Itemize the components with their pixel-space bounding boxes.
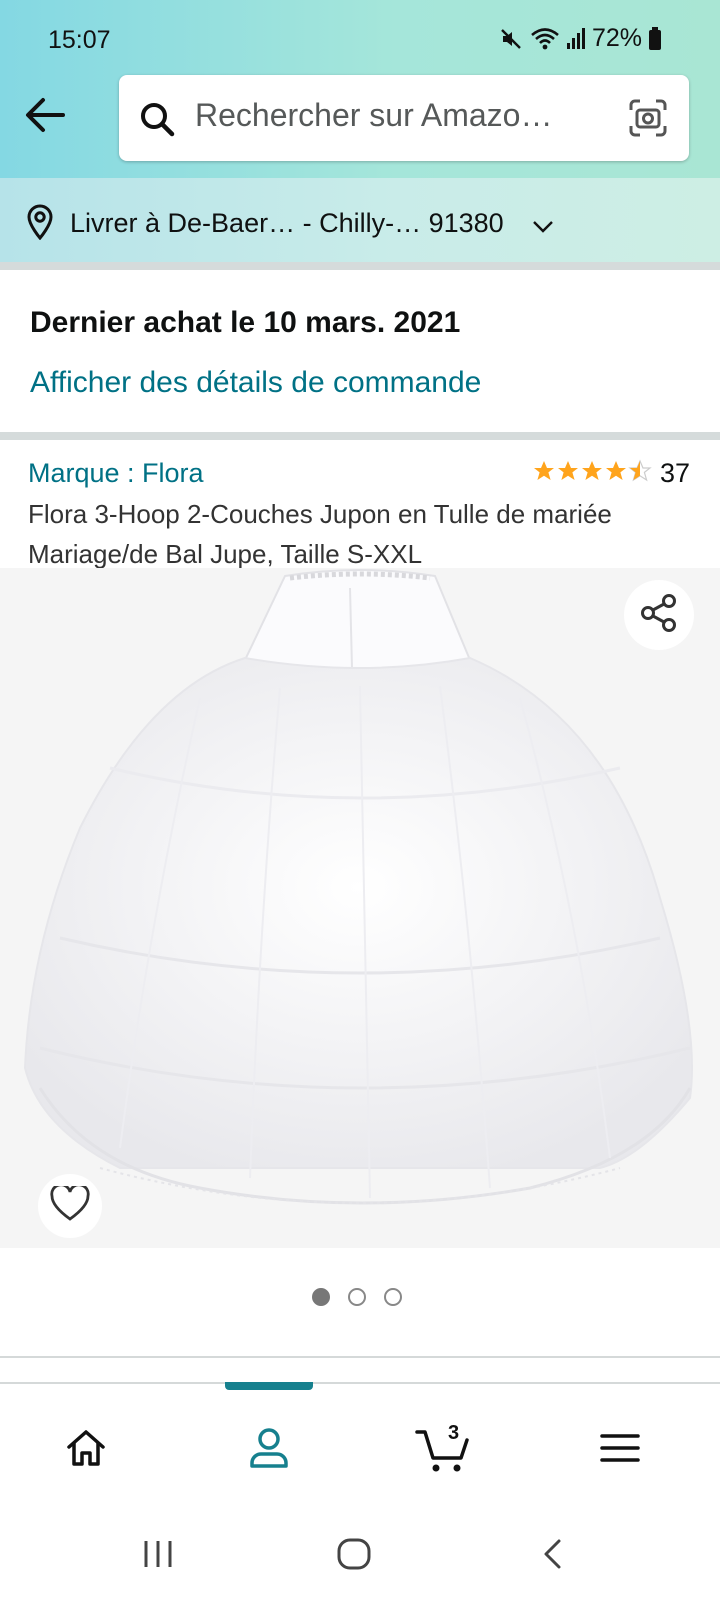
status-time: 15:07 — [48, 26, 111, 54]
nav-cart[interactable]: 3 — [404, 1420, 484, 1480]
system-navigation-bar — [0, 1512, 720, 1600]
share-icon — [638, 592, 680, 639]
back-chevron-icon — [541, 1538, 563, 1575]
nav-account[interactable] — [229, 1420, 309, 1480]
product-image-carousel[interactable] — [0, 568, 720, 1248]
heart-icon — [50, 1182, 90, 1227]
delivery-location-bar[interactable]: Livrer à De-Baer… - Chilly-… 91380 — [0, 178, 720, 268]
nav-home[interactable] — [46, 1420, 126, 1480]
bottom-navigation: 3 — [0, 1382, 720, 1512]
camera-scan-icon[interactable] — [627, 97, 669, 144]
share-button[interactable] — [624, 580, 694, 650]
recent-apps-icon — [141, 1539, 175, 1574]
search-input[interactable]: Rechercher sur Amazo… — [195, 97, 552, 134]
cart-icon: 3 — [415, 1422, 473, 1474]
active-tab-indicator — [225, 1382, 313, 1390]
star-icon — [532, 459, 556, 488]
back-button[interactable] — [20, 92, 70, 142]
nav-menu[interactable] — [580, 1420, 660, 1480]
back-arrow-icon — [23, 95, 67, 140]
wishlist-button[interactable] — [38, 1174, 102, 1238]
product-title: Flora 3-Hoop 2-Couches Jupon en Tulle de… — [28, 499, 612, 569]
status-bar: 15:07 72% — [0, 0, 720, 80]
star-rating — [532, 459, 652, 488]
signal-icon — [566, 27, 586, 51]
rating-count: 37 — [659, 458, 690, 488]
section-divider — [0, 262, 720, 270]
status-icons: 72% — [498, 24, 662, 53]
menu-icon — [600, 1432, 640, 1469]
cart-count-badge: 3 — [448, 1422, 460, 1444]
carousel-indicator — [312, 1288, 402, 1306]
back-system-button[interactable] — [522, 1536, 582, 1576]
search-icon — [137, 99, 177, 144]
star-icon — [580, 459, 604, 488]
recent-apps-button[interactable] — [128, 1536, 188, 1576]
home-system-button[interactable] — [324, 1536, 384, 1576]
product-image — [23, 569, 693, 1205]
section-divider — [0, 1356, 720, 1358]
star-half-icon — [628, 459, 652, 488]
search-bar[interactable]: Rechercher sur Amazo… — [119, 75, 689, 161]
order-details-link[interactable]: Afficher des détails de commande — [30, 366, 481, 400]
carousel-dot[interactable] — [348, 1288, 366, 1306]
carousel-dot[interactable] — [312, 1288, 330, 1306]
battery-icon — [648, 26, 662, 52]
product-rating[interactable]: 37 — [532, 458, 690, 489]
last-purchase-title: Dernier achat le 10 mars. 2021 — [30, 306, 461, 339]
home-circle-icon — [336, 1537, 372, 1576]
section-divider — [0, 432, 720, 440]
location-pin-icon — [26, 204, 54, 245]
battery-text: 72% — [591, 24, 642, 52]
star-icon — [604, 459, 628, 488]
chevron-down-icon — [532, 220, 554, 239]
account-icon — [247, 1426, 291, 1475]
delivery-address-text: Livrer à De-Baer… - Chilly-… 91380 — [70, 208, 504, 238]
carousel-dot[interactable] — [384, 1288, 402, 1306]
brand-link[interactable]: Marque : Flora — [28, 458, 204, 489]
home-icon — [65, 1428, 107, 1473]
wifi-icon — [530, 26, 560, 52]
mute-icon — [498, 26, 524, 52]
star-icon — [556, 459, 580, 488]
nav-divider — [0, 1382, 720, 1384]
